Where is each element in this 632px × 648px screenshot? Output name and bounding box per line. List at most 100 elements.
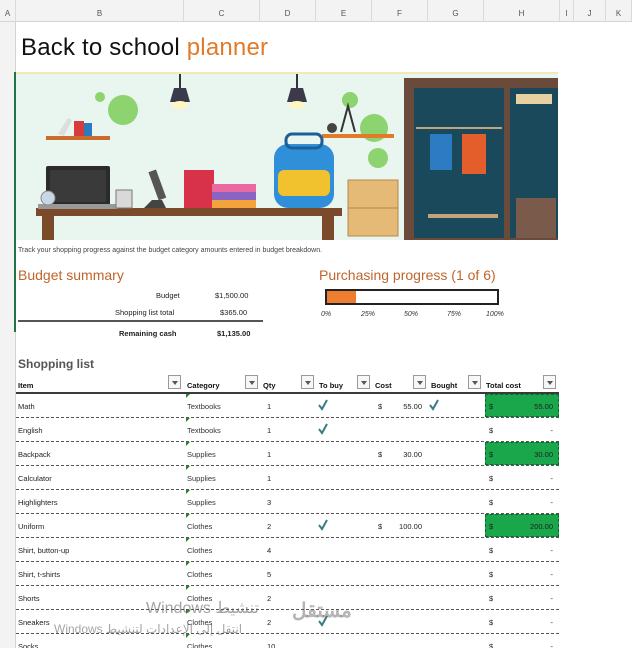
filter-bought-button[interactable]	[468, 375, 481, 389]
table-row[interactable]: Uniform Clothes 2 $100.00 $200.00	[16, 514, 559, 538]
cell-note-indicator	[186, 490, 190, 494]
cell-cost[interactable]: 55.00	[386, 402, 422, 411]
check-icon[interactable]	[318, 398, 328, 411]
cell-qty[interactable]: 2	[267, 618, 271, 627]
filter-qty-button[interactable]	[301, 375, 314, 389]
column-header[interactable]: I	[560, 0, 574, 22]
cell-qty[interactable]: 5	[267, 570, 271, 579]
table-row[interactable]: Backpack Supplies 1 $30.00 $30.00	[16, 442, 559, 466]
check-icon[interactable]	[318, 422, 328, 435]
cell-qty[interactable]: 2	[267, 522, 271, 531]
filter-cost-button[interactable]	[413, 375, 426, 389]
column-header[interactable]: H	[484, 0, 560, 22]
cell-note-indicator	[186, 394, 190, 398]
cell-total-cost[interactable]: 200.00	[496, 522, 553, 531]
cell-cost[interactable]: 30.00	[386, 450, 422, 459]
table-row[interactable]: Shirt, t-shirts Clothes 5 $ -	[16, 562, 559, 586]
cell-total-cost[interactable]: 30.00	[496, 450, 553, 459]
cell-category[interactable]: Supplies	[187, 450, 216, 459]
cell-cost-symbol: $	[378, 450, 383, 459]
remaining-value[interactable]: $1,135.00	[217, 329, 250, 338]
cell-note-indicator	[186, 418, 190, 422]
cell-total-cost[interactable]: -	[496, 618, 554, 627]
table-row[interactable]: Math Textbooks 1 $55.00 $55.00	[16, 394, 559, 418]
cell-item[interactable]: Sneakers	[18, 618, 50, 627]
watermark-line-1: Windows تنشيط	[146, 600, 259, 617]
header-item: Item	[18, 381, 34, 390]
cell-total-symbol: $	[489, 642, 494, 648]
cell-category[interactable]: Clothes	[187, 522, 212, 531]
cell-item[interactable]: Uniform	[18, 522, 44, 531]
cell-qty[interactable]: 3	[267, 498, 271, 507]
cell-total-cost[interactable]: -	[496, 426, 554, 435]
column-header[interactable]: C	[184, 0, 260, 22]
column-header[interactable]: B	[16, 0, 184, 22]
purchasing-progress-bar	[325, 289, 499, 305]
cell-total-cost[interactable]: -	[496, 546, 554, 555]
shopping-total-value[interactable]: $365.00	[220, 308, 247, 317]
cell-item[interactable]: Math	[18, 402, 35, 411]
cell-total-cost[interactable]: -	[496, 570, 554, 579]
cell-category[interactable]: Clothes	[187, 570, 212, 579]
table-row[interactable]: Socks Clothes 10 $ -	[16, 634, 559, 648]
cell-category[interactable]: Clothes	[187, 642, 212, 648]
table-row[interactable]: English Textbooks 1 $ -	[16, 418, 559, 442]
page-title[interactable]: Back to school planner	[21, 34, 268, 62]
cell-qty[interactable]: 1	[267, 474, 271, 483]
cell-total-symbol: $	[489, 546, 494, 555]
table-row[interactable]: Highlighters Supplies 3 $ -	[16, 490, 559, 514]
cell-note-indicator	[186, 586, 190, 590]
cell-qty[interactable]: 1	[267, 450, 271, 459]
column-header[interactable]: G	[428, 0, 484, 22]
cell-item[interactable]: Shirt, button-up	[18, 546, 69, 555]
cell-total-cost[interactable]: 55.00	[496, 402, 553, 411]
cell-category[interactable]: Textbooks	[187, 402, 221, 411]
filter-category-button[interactable]	[245, 375, 258, 389]
cell-category[interactable]: Supplies	[187, 498, 216, 507]
table-row[interactable]: Calculator Supplies 1 $ -	[16, 466, 559, 490]
filter-total-button[interactable]	[543, 375, 556, 389]
check-icon[interactable]	[429, 398, 439, 411]
filter-item-button[interactable]	[168, 375, 181, 389]
cell-cost-symbol: $	[378, 402, 383, 411]
cell-cost[interactable]: 100.00	[386, 522, 422, 531]
table-row[interactable]: Shirt, button-up Clothes 4 $ -	[16, 538, 559, 562]
column-header[interactable]: F	[372, 0, 428, 22]
cell-total-cost[interactable]: -	[496, 594, 554, 603]
cell-total-cost[interactable]: -	[496, 642, 554, 648]
cell-item[interactable]: Highlighters	[18, 498, 58, 507]
filter-to-buy-button[interactable]	[357, 375, 370, 389]
cell-item[interactable]: Shorts	[18, 594, 40, 603]
cell-category[interactable]: Clothes	[187, 546, 212, 555]
cell-total-cost[interactable]: -	[496, 474, 554, 483]
cell-item[interactable]: Calculator	[18, 474, 52, 483]
column-header[interactable]: E	[316, 0, 372, 22]
budget-value[interactable]: $1,500.00	[215, 291, 248, 300]
progress-tick: 50%	[404, 311, 419, 318]
cell-item[interactable]: English	[18, 426, 43, 435]
column-header[interactable]: A	[0, 0, 16, 22]
header-qty: Qty	[263, 381, 276, 390]
watermark-line-2: Windows انتقل إلى الإعدادات لتنشيط	[54, 622, 243, 636]
cell-item[interactable]: Backpack	[18, 450, 51, 459]
budget-label: Budget	[156, 291, 180, 300]
column-header[interactable]: D	[260, 0, 316, 22]
cell-item[interactable]: Shirt, t-shirts	[18, 570, 60, 579]
column-headers: A B C D E F G H I J K	[0, 0, 632, 22]
cell-qty[interactable]: 1	[267, 402, 271, 411]
table-row[interactable]: Shorts Clothes 2 $ -	[16, 586, 559, 610]
column-header[interactable]: J	[574, 0, 606, 22]
cell-qty[interactable]: 2	[267, 594, 271, 603]
cell-category[interactable]: Supplies	[187, 474, 216, 483]
banner-illustration	[16, 72, 558, 240]
cell-total-cost[interactable]: -	[496, 498, 554, 507]
check-icon[interactable]	[318, 518, 328, 531]
cell-category[interactable]: Textbooks	[187, 426, 221, 435]
cell-qty[interactable]: 4	[267, 546, 271, 555]
summary-divider	[18, 320, 263, 322]
cell-item[interactable]: Socks	[18, 642, 38, 648]
column-header[interactable]: K	[606, 0, 632, 22]
cell-qty[interactable]: 10	[267, 642, 275, 648]
cell-total-symbol: $	[489, 426, 494, 435]
cell-qty[interactable]: 1	[267, 426, 271, 435]
